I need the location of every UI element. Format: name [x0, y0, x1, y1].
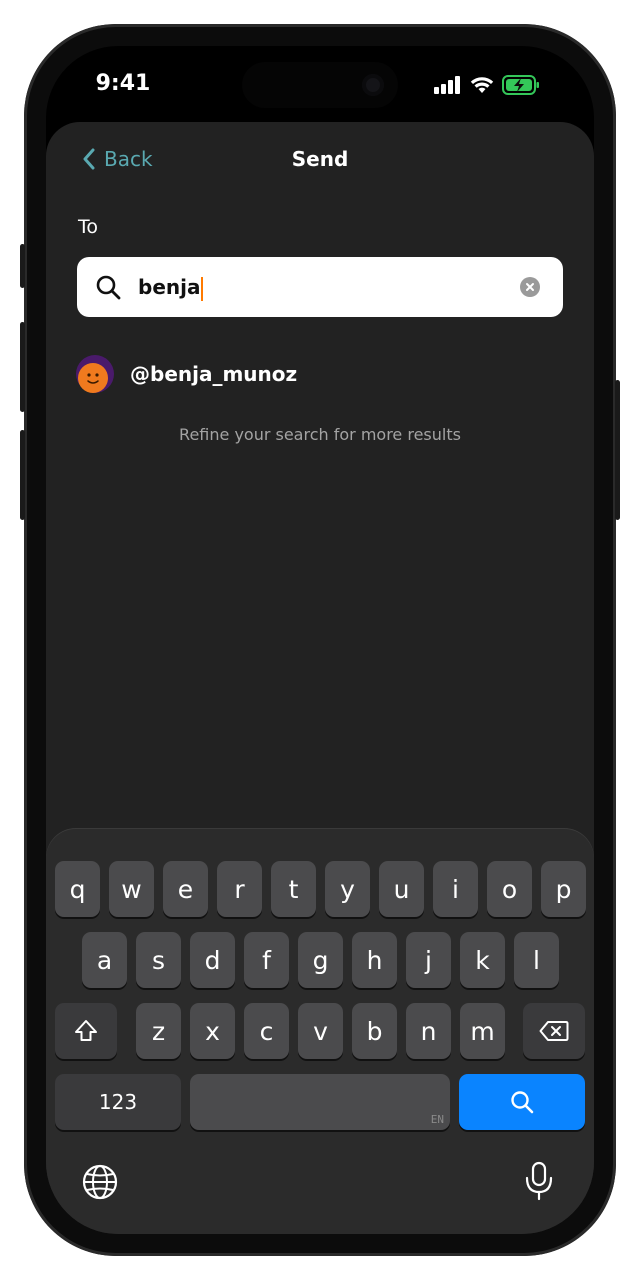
key-a[interactable]: a [82, 932, 127, 988]
key-z[interactable]: z [136, 1003, 181, 1059]
search-icon [96, 275, 121, 300]
key-w[interactable]: w [109, 861, 154, 917]
keyboard-language: EN [430, 1113, 444, 1126]
numbers-key[interactable]: 123 [55, 1074, 181, 1130]
avatar [76, 355, 114, 393]
shift-icon [75, 1020, 97, 1041]
power-button [615, 380, 620, 520]
key-d[interactable]: d [190, 932, 235, 988]
key-s[interactable]: s [136, 932, 181, 988]
clear-search-button[interactable] [520, 277, 540, 297]
volume-down-button [20, 430, 25, 520]
shift-key[interactable] [55, 1003, 117, 1059]
action-button [20, 244, 25, 288]
key-c[interactable]: c [244, 1003, 289, 1059]
search-key[interactable] [459, 1074, 585, 1130]
key-r[interactable]: r [217, 861, 262, 917]
result-handle: @benja_munoz [130, 362, 298, 386]
battery-charging-icon [502, 75, 539, 95]
key-v[interactable]: v [298, 1003, 343, 1059]
key-t[interactable]: t [271, 861, 316, 917]
key-b[interactable]: b [352, 1003, 397, 1059]
status-icons [434, 72, 540, 98]
key-l[interactable]: l [514, 932, 559, 988]
key-o[interactable]: o [487, 861, 532, 917]
key-g[interactable]: g [298, 932, 343, 988]
key-y[interactable]: y [325, 861, 370, 917]
search-text: benja [138, 273, 204, 301]
back-button[interactable]: Back [82, 144, 153, 174]
page-title: Send [291, 147, 349, 171]
text-caret [201, 276, 204, 301]
signal-icon [434, 76, 460, 94]
key-n[interactable]: n [406, 1003, 451, 1059]
search-hint: Refine your search for more results [179, 425, 461, 444]
key-p[interactable]: p [541, 861, 586, 917]
recipient-search-input[interactable]: benja [77, 257, 563, 317]
search-value: benja [138, 275, 201, 299]
close-icon [526, 283, 534, 291]
volume-up-button [20, 322, 25, 412]
space-key[interactable]: EN [190, 1074, 450, 1130]
key-e[interactable]: e [163, 861, 208, 917]
camera-icon [362, 74, 384, 96]
key-f[interactable]: f [244, 932, 289, 988]
key-x[interactable]: x [190, 1003, 235, 1059]
key-k[interactable]: k [460, 932, 505, 988]
dynamic-island [242, 62, 398, 108]
wifi-icon [470, 77, 494, 93]
key-i[interactable]: i [433, 861, 478, 917]
status-time: 9:41 [95, 71, 151, 96]
backspace-icon [539, 1021, 569, 1041]
microphone-icon[interactable] [524, 1161, 554, 1201]
delete-key[interactable] [523, 1003, 585, 1059]
key-m[interactable]: m [460, 1003, 505, 1059]
key-h[interactable]: h [352, 932, 397, 988]
key-j[interactable]: j [406, 932, 451, 988]
globe-icon[interactable] [82, 1164, 118, 1200]
to-label: To [78, 216, 99, 238]
key-q[interactable]: q [55, 861, 100, 917]
key-u[interactable]: u [379, 861, 424, 917]
back-label: Back [104, 147, 153, 171]
search-icon [511, 1091, 534, 1114]
list-item[interactable]: @benja_munoz [76, 354, 546, 394]
chevron-left-icon [83, 148, 95, 170]
